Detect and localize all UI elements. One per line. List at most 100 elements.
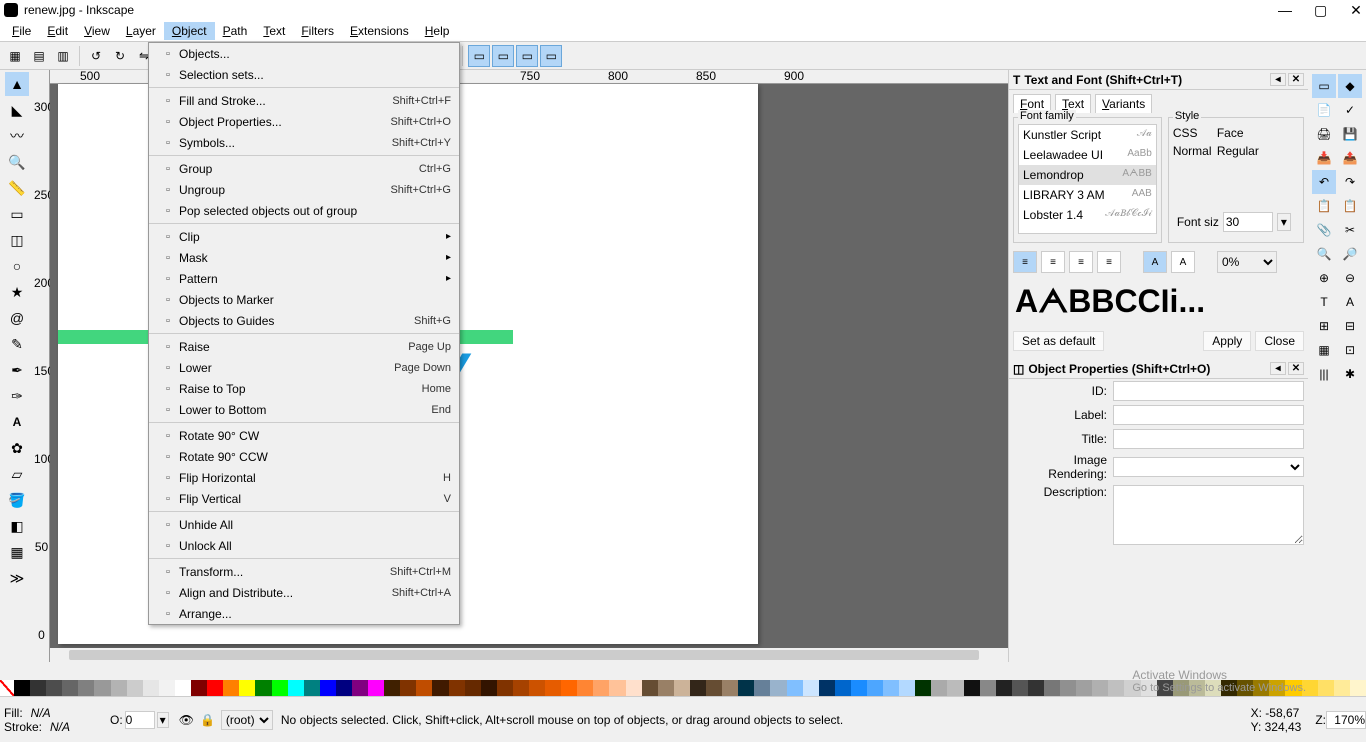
color-swatch[interactable] bbox=[336, 680, 352, 696]
color-swatch[interactable] bbox=[609, 680, 625, 696]
menu-layer[interactable]: Layer bbox=[118, 22, 164, 40]
menu-item[interactable]: ▫Rotate 90° CW bbox=[149, 425, 459, 446]
color-swatch[interactable] bbox=[1302, 680, 1318, 696]
align-right-icon[interactable]: ≡ bbox=[1069, 251, 1093, 273]
color-swatch[interactable] bbox=[1237, 680, 1253, 696]
font-item[interactable]: LIBRARY 3 AMAAB bbox=[1019, 185, 1156, 205]
font-item[interactable]: Lobster 1.4𝒜𝒶𝐵𝒷𝒞𝒸ℐ𝒾 bbox=[1019, 205, 1156, 225]
snap-tool-icon[interactable]: ↶ bbox=[1312, 170, 1336, 194]
color-swatch[interactable] bbox=[1044, 680, 1060, 696]
zoom-input[interactable] bbox=[1326, 711, 1366, 729]
menu-item[interactable]: ▫Raise to TopHome bbox=[149, 378, 459, 399]
color-swatch[interactable] bbox=[577, 680, 593, 696]
align-center-icon[interactable]: ≡ bbox=[1041, 251, 1065, 273]
scale-corners-icon[interactable]: ▭ bbox=[492, 45, 514, 67]
font-item[interactable]: LemondropAᗅBB bbox=[1019, 165, 1156, 185]
snap-tool-icon[interactable]: ▭ bbox=[1312, 74, 1336, 98]
font-list[interactable]: Kunstler Script𝒜𝒶Leelawadee UIAaBbLemond… bbox=[1018, 124, 1157, 234]
layer-select[interactable]: (root) bbox=[221, 710, 273, 730]
text-vertical-icon[interactable]: A bbox=[1171, 251, 1195, 273]
color-swatch[interactable] bbox=[915, 680, 931, 696]
menu-filters[interactable]: Filters bbox=[293, 22, 342, 40]
color-swatch[interactable] bbox=[1205, 680, 1221, 696]
tweak-tool[interactable]: 〰 bbox=[5, 124, 29, 148]
no-color-swatch[interactable] bbox=[0, 680, 14, 696]
menu-item[interactable]: ▫Pattern▸ bbox=[149, 268, 459, 289]
spiral-tool[interactable]: @ bbox=[5, 306, 29, 330]
scrollbar-horizontal[interactable] bbox=[50, 648, 1008, 662]
color-swatch[interactable] bbox=[1318, 680, 1334, 696]
color-swatch[interactable] bbox=[1124, 680, 1140, 696]
dropper-tool[interactable]: ≫ bbox=[5, 566, 29, 590]
menu-extensions[interactable]: Extensions bbox=[342, 22, 417, 40]
menu-item[interactable]: ▫RaisePage Up bbox=[149, 336, 459, 357]
color-swatch[interactable] bbox=[416, 680, 432, 696]
color-swatch[interactable] bbox=[1189, 680, 1205, 696]
color-swatch[interactable] bbox=[642, 680, 658, 696]
menu-item[interactable]: ▫LowerPage Down bbox=[149, 357, 459, 378]
color-swatch[interactable] bbox=[1157, 680, 1173, 696]
snap-tool-icon[interactable]: ⊡ bbox=[1338, 338, 1362, 362]
snap-tool-icon[interactable]: ✱ bbox=[1338, 362, 1362, 386]
menu-file[interactable]: File bbox=[4, 22, 39, 40]
snap-tool-icon[interactable]: ⊕ bbox=[1312, 266, 1336, 290]
description-input[interactable] bbox=[1113, 485, 1304, 545]
panel-collapse-icon[interactable]: ◂ bbox=[1270, 73, 1286, 86]
bezier-tool[interactable]: ✒ bbox=[5, 358, 29, 382]
snap-tool-icon[interactable]: 📄 bbox=[1312, 98, 1336, 122]
color-swatch[interactable] bbox=[931, 680, 947, 696]
image-rendering-select[interactable] bbox=[1113, 457, 1304, 477]
color-swatch[interactable] bbox=[996, 680, 1012, 696]
menu-item[interactable]: ▫Rotate 90° CCW bbox=[149, 446, 459, 467]
color-swatch[interactable] bbox=[1060, 680, 1076, 696]
color-swatch[interactable] bbox=[899, 680, 915, 696]
color-swatch[interactable] bbox=[223, 680, 239, 696]
color-swatch[interactable] bbox=[127, 680, 143, 696]
color-swatch[interactable] bbox=[770, 680, 786, 696]
font-size-input[interactable] bbox=[1223, 212, 1273, 232]
rotate-cw-icon[interactable]: ↻ bbox=[109, 45, 131, 67]
maximize-button[interactable]: ▢ bbox=[1314, 2, 1326, 19]
font-item[interactable]: Leelawadee UIAaBb bbox=[1019, 145, 1156, 165]
menu-item[interactable]: ▫Lower to BottomEnd bbox=[149, 399, 459, 420]
close-button[interactable]: ✕ bbox=[1350, 2, 1362, 19]
color-swatch[interactable] bbox=[819, 680, 835, 696]
color-swatch[interactable] bbox=[1253, 680, 1269, 696]
bucket-tool[interactable]: 🪣 bbox=[5, 488, 29, 512]
menu-item[interactable]: ▫Align and Distribute...Shift+Ctrl+A bbox=[149, 582, 459, 603]
menu-item[interactable]: ▫Objects... bbox=[149, 43, 459, 64]
color-swatch[interactable] bbox=[964, 680, 980, 696]
color-swatch[interactable] bbox=[674, 680, 690, 696]
menu-item[interactable]: ▫Objects to Marker bbox=[149, 289, 459, 310]
color-swatch[interactable] bbox=[14, 680, 30, 696]
menu-item[interactable]: ▫Transform...Shift+Ctrl+M bbox=[149, 561, 459, 582]
color-swatch[interactable] bbox=[432, 680, 448, 696]
tool-select-all-icon[interactable]: ▦ bbox=[4, 45, 26, 67]
color-swatch[interactable] bbox=[1350, 680, 1366, 696]
snap-tool-icon[interactable]: T bbox=[1312, 290, 1336, 314]
scale-stroke-icon[interactable]: ▭ bbox=[468, 45, 490, 67]
panel-close-icon[interactable]: ✕ bbox=[1288, 362, 1304, 375]
spacing-select[interactable]: 0% bbox=[1217, 251, 1277, 273]
color-swatch[interactable] bbox=[835, 680, 851, 696]
menu-item[interactable]: ▫GroupCtrl+G bbox=[149, 158, 459, 179]
color-swatch[interactable] bbox=[94, 680, 110, 696]
box3d-tool[interactable]: ◫ bbox=[5, 228, 29, 252]
snap-tool-icon[interactable]: 📎 bbox=[1312, 218, 1336, 242]
snap-tool-icon[interactable]: 📋 bbox=[1338, 194, 1362, 218]
spray-tool[interactable]: ✿ bbox=[5, 436, 29, 460]
snap-tool-icon[interactable]: ⊟ bbox=[1338, 314, 1362, 338]
color-swatch[interactable] bbox=[1221, 680, 1237, 696]
snap-tool-icon[interactable]: A bbox=[1338, 290, 1362, 314]
scale-pattern-icon[interactable]: ▭ bbox=[540, 45, 562, 67]
color-swatch[interactable] bbox=[803, 680, 819, 696]
color-swatch[interactable] bbox=[1269, 680, 1285, 696]
calligraphy-tool[interactable]: ✑ bbox=[5, 384, 29, 408]
color-swatch[interactable] bbox=[288, 680, 304, 696]
snap-tool-icon[interactable]: 📤 bbox=[1338, 146, 1362, 170]
color-swatch[interactable] bbox=[30, 680, 46, 696]
snap-tool-icon[interactable]: ⊖ bbox=[1338, 266, 1362, 290]
title-input[interactable] bbox=[1113, 429, 1304, 449]
eraser-tool[interactable]: ▱ bbox=[5, 462, 29, 486]
snap-tool-icon[interactable]: 💾 bbox=[1338, 122, 1362, 146]
